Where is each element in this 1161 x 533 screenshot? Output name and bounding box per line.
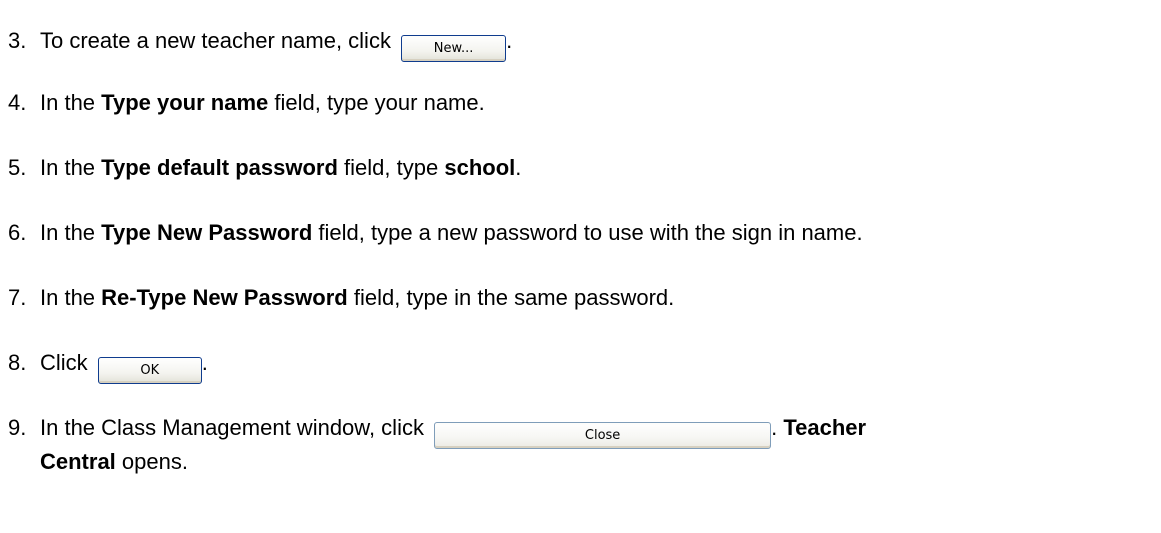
teacher-central-label-cont: Central bbox=[40, 449, 116, 474]
step-4: 4. In the Type your name field, type your… bbox=[8, 90, 485, 116]
step-9: 9. In the Class Management window, click … bbox=[8, 415, 867, 474]
field-name-retype-password: Re-Type New Password bbox=[101, 285, 348, 310]
step-text: Click bbox=[40, 350, 88, 375]
step-number: 5. bbox=[8, 155, 27, 180]
step-number: 7. bbox=[8, 285, 27, 310]
step-text: In the bbox=[40, 285, 96, 310]
field-name-default-password: Type default password bbox=[101, 155, 338, 180]
step-9-continuation: Central opens. bbox=[40, 449, 188, 475]
step-number: 8. bbox=[8, 350, 27, 375]
step-text: field, type bbox=[344, 155, 439, 180]
step-8: 8. Click OK. bbox=[8, 350, 208, 384]
step-number: 4. bbox=[8, 90, 27, 115]
step-6: 6. In the Type New Password field, type a… bbox=[8, 220, 863, 246]
step-text: . bbox=[771, 415, 778, 440]
step-number: 3. bbox=[8, 28, 27, 53]
step-text: . bbox=[515, 155, 522, 180]
step-text: In the Class Management window, click bbox=[40, 415, 424, 440]
step-text: In the bbox=[40, 220, 96, 245]
step-text: opens. bbox=[121, 449, 188, 474]
step-number: 9. bbox=[8, 415, 27, 440]
step-text: field, type a new password to use with t… bbox=[318, 220, 863, 245]
step-3: 3. To create a new teacher name, click Ne… bbox=[8, 28, 512, 62]
step-text: . bbox=[201, 350, 208, 375]
instruction-steps: 3. To create a new teacher name, click Ne… bbox=[0, 0, 1161, 533]
step-7: 7. In the Re-Type New Password field, typ… bbox=[8, 285, 674, 311]
field-name-new-password: Type New Password bbox=[101, 220, 313, 245]
default-password-value: school bbox=[444, 155, 516, 180]
step-text: field, type your name. bbox=[274, 90, 485, 115]
field-name-type-your-name: Type your name bbox=[101, 90, 269, 115]
step-number: 6. bbox=[8, 220, 27, 245]
new-button[interactable]: New... bbox=[401, 35, 507, 62]
step-5: 5. In the Type default password field, ty… bbox=[8, 155, 521, 181]
teacher-central-label: Teacher bbox=[783, 415, 867, 440]
step-text: In the bbox=[40, 90, 96, 115]
step-text: In the bbox=[40, 155, 96, 180]
step-text: . bbox=[506, 28, 513, 53]
close-button[interactable]: Close bbox=[434, 422, 772, 449]
ok-button[interactable]: OK bbox=[97, 357, 202, 384]
step-text: To create a new teacher name, click bbox=[40, 28, 391, 53]
step-text: field, type in the same password. bbox=[353, 285, 675, 310]
